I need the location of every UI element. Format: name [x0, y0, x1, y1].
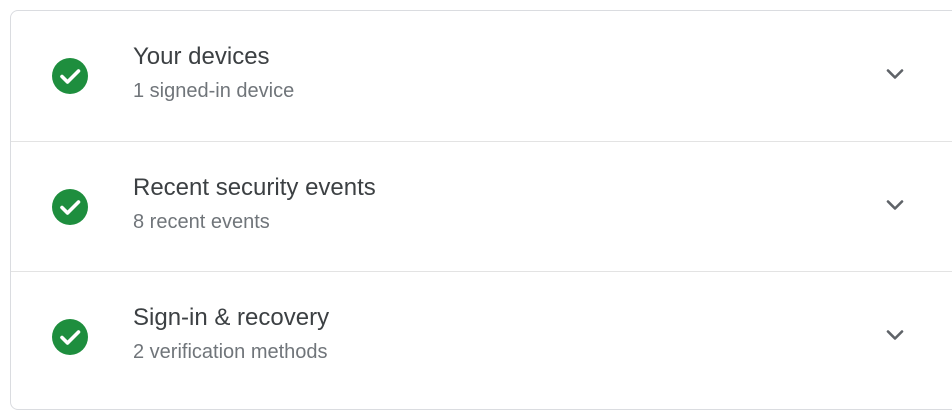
row-text: Recent security events 8 recent events: [133, 172, 376, 236]
chevron-down-icon[interactable]: [883, 62, 907, 86]
chevron-down-icon[interactable]: [883, 193, 907, 217]
security-checkup-card: Your devices 1 signed-in device Recent s…: [10, 10, 952, 410]
row-subtitle: 8 recent events: [133, 211, 270, 233]
row-your-devices[interactable]: Your devices 1 signed-in device: [11, 11, 952, 141]
check-circle-icon: [52, 58, 88, 94]
row-title: Your devices: [133, 43, 270, 70]
row-subtitle: 1 signed-in device: [133, 80, 295, 102]
row-text: Your devices 1 signed-in device: [133, 41, 294, 105]
row-title: Sign-in & recovery: [133, 304, 330, 331]
row-recent-security-events[interactable]: Recent security events 8 recent events: [11, 141, 952, 272]
check-circle-icon: [52, 319, 88, 355]
chevron-down-icon[interactable]: [883, 323, 907, 347]
row-subtitle: 2 verification methods: [133, 341, 328, 363]
row-text: Sign-in & recovery 2 verification method…: [133, 302, 329, 366]
row-title: Recent security events: [133, 174, 376, 201]
row-sign-in-recovery[interactable]: Sign-in & recovery 2 verification method…: [11, 271, 952, 402]
check-circle-icon: [52, 189, 88, 225]
